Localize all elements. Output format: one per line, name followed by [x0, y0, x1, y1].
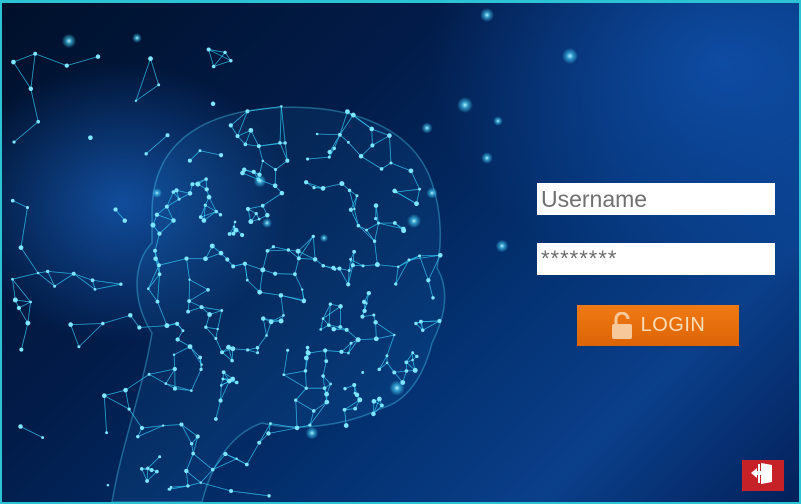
- password-input[interactable]: [537, 243, 775, 275]
- exit-door-icon: [750, 461, 776, 490]
- unlock-icon: [611, 311, 633, 340]
- username-input[interactable]: [537, 183, 775, 215]
- login-button-label: LOGIN: [640, 314, 706, 336]
- login-window: LOGIN: [0, 0, 801, 504]
- login-button[interactable]: LOGIN: [577, 305, 739, 346]
- exit-button[interactable]: [742, 460, 784, 491]
